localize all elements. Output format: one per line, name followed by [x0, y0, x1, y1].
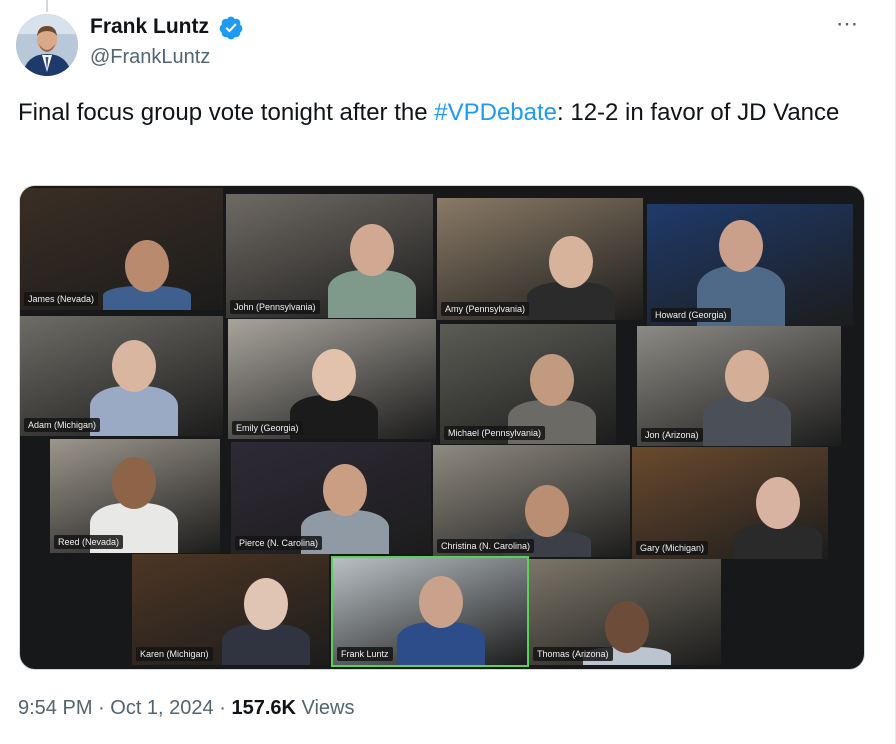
- views-label: Views: [295, 697, 355, 719]
- participant-tile: Pierce (N. Carolina): [231, 442, 431, 554]
- tweet-date[interactable]: Oct 1, 2024: [110, 697, 213, 719]
- participant-tile: Gary (Michigan): [632, 447, 828, 559]
- participant-tile: Thomas (Arizona): [529, 559, 721, 665]
- tweet-text-after: : 12-2 in favor of JD Vance: [557, 99, 840, 126]
- participant-name-label: Thomas (Arizona): [533, 647, 613, 661]
- participant-body: [397, 622, 485, 665]
- tweet-media-photo[interactable]: James (Nevada) John (Pennsylvania) Amy (Pe…: [19, 185, 865, 670]
- video-call-screen: James (Nevada) John (Pennsylvania) Amy (Pe…: [20, 186, 864, 669]
- participant-tile: Howard (Georgia): [647, 204, 853, 326]
- author-name[interactable]: Frank Luntz: [90, 15, 209, 39]
- participant-face: [756, 477, 800, 529]
- participant-name-label: Michael (Pennsylvania): [444, 426, 546, 440]
- participant-face: [530, 354, 574, 406]
- participant-body: [328, 270, 416, 318]
- participant-face: [244, 578, 288, 630]
- participant-body: [222, 624, 310, 665]
- participant-name-label: Amy (Pennsylvania): [441, 302, 530, 316]
- hashtag-link[interactable]: #VPDebate: [434, 99, 557, 126]
- tweet-meta: 9:54 PM · Oct 1, 2024 · 157.6K Views: [18, 697, 355, 720]
- participant-tile: Jon (Arizona): [637, 326, 841, 446]
- participant-name-label: Adam (Michigan): [24, 418, 101, 432]
- tweet-text-before: Final focus group vote tonight after the: [18, 99, 435, 126]
- participant-tile: Michael (Pennsylvania): [440, 324, 616, 444]
- participant-tile: Frank Luntz: [331, 556, 529, 667]
- tweet-time[interactable]: 9:54 PM: [18, 697, 92, 719]
- participant-name-label: Gary (Michigan): [636, 541, 709, 555]
- participant-name-label: Reed (Nevada): [54, 535, 124, 549]
- participant-tile: Adam (Michigan): [20, 316, 223, 436]
- author-handle[interactable]: @FrankLuntz: [90, 46, 210, 69]
- participant-face: [419, 576, 463, 628]
- views-count[interactable]: 157.6K: [231, 697, 296, 719]
- participant-name-label: John (Pennsylvania): [230, 300, 320, 314]
- participant-face: [605, 601, 649, 653]
- verified-badge-icon: [219, 16, 243, 40]
- participant-tile: John (Pennsylvania): [226, 194, 433, 318]
- participant-name-label: Howard (Georgia): [651, 308, 731, 322]
- participant-body: [290, 395, 378, 439]
- participant-tile: Karen (Michigan): [132, 554, 329, 665]
- participant-face: [125, 240, 169, 292]
- participant-name-label: Emily (Georgia): [232, 421, 303, 435]
- participant-face: [112, 340, 156, 392]
- participant-tile: Reed (Nevada): [50, 439, 220, 553]
- participant-name-label: Christina (N. Carolina): [437, 539, 535, 553]
- avatar[interactable]: [16, 14, 78, 76]
- participant-face: [323, 464, 367, 516]
- participant-face: [549, 236, 593, 288]
- participant-name-label: James (Nevada): [24, 292, 99, 306]
- participant-body: [703, 396, 791, 446]
- participant-face: [725, 350, 769, 402]
- tweet-text: Final focus group vote tonight after the…: [18, 95, 868, 131]
- participant-tile: Emily (Georgia): [228, 319, 436, 439]
- meta-separator: ·: [92, 697, 111, 719]
- participant-face: [312, 349, 356, 401]
- participant-face: [525, 485, 569, 537]
- thread-line: [46, 0, 48, 12]
- participant-name-label: Frank Luntz: [337, 647, 393, 661]
- participant-name-label: Jon (Arizona): [641, 428, 703, 442]
- participant-tile: Christina (N. Carolina): [433, 445, 630, 557]
- participant-face: [350, 224, 394, 276]
- meta-separator-2: ·: [213, 697, 232, 719]
- participant-tile: James (Nevada): [20, 188, 223, 310]
- participant-face: [112, 457, 156, 509]
- participant-tile: Amy (Pennsylvania): [437, 198, 643, 320]
- participant-face: [719, 220, 763, 272]
- participant-body: [90, 386, 178, 436]
- participant-name-label: Karen (Michigan): [136, 647, 213, 661]
- more-options-icon[interactable]: ⋯: [836, 13, 859, 35]
- participant-name-label: Pierce (N. Carolina): [235, 536, 323, 550]
